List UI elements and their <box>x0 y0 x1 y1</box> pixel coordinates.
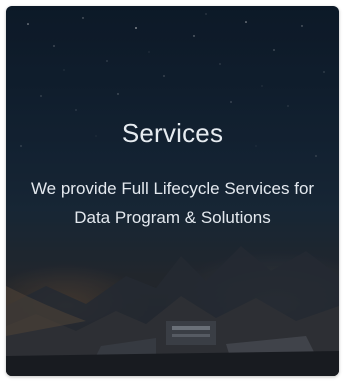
services-card[interactable]: Services We provide Full Lifecycle Servi… <box>6 6 339 376</box>
card-description: We provide Full Lifecycle Services for D… <box>30 179 315 227</box>
card-title: Services <box>121 118 224 148</box>
card-content: Services We provide Full Lifecycle Servi… <box>6 6 339 376</box>
